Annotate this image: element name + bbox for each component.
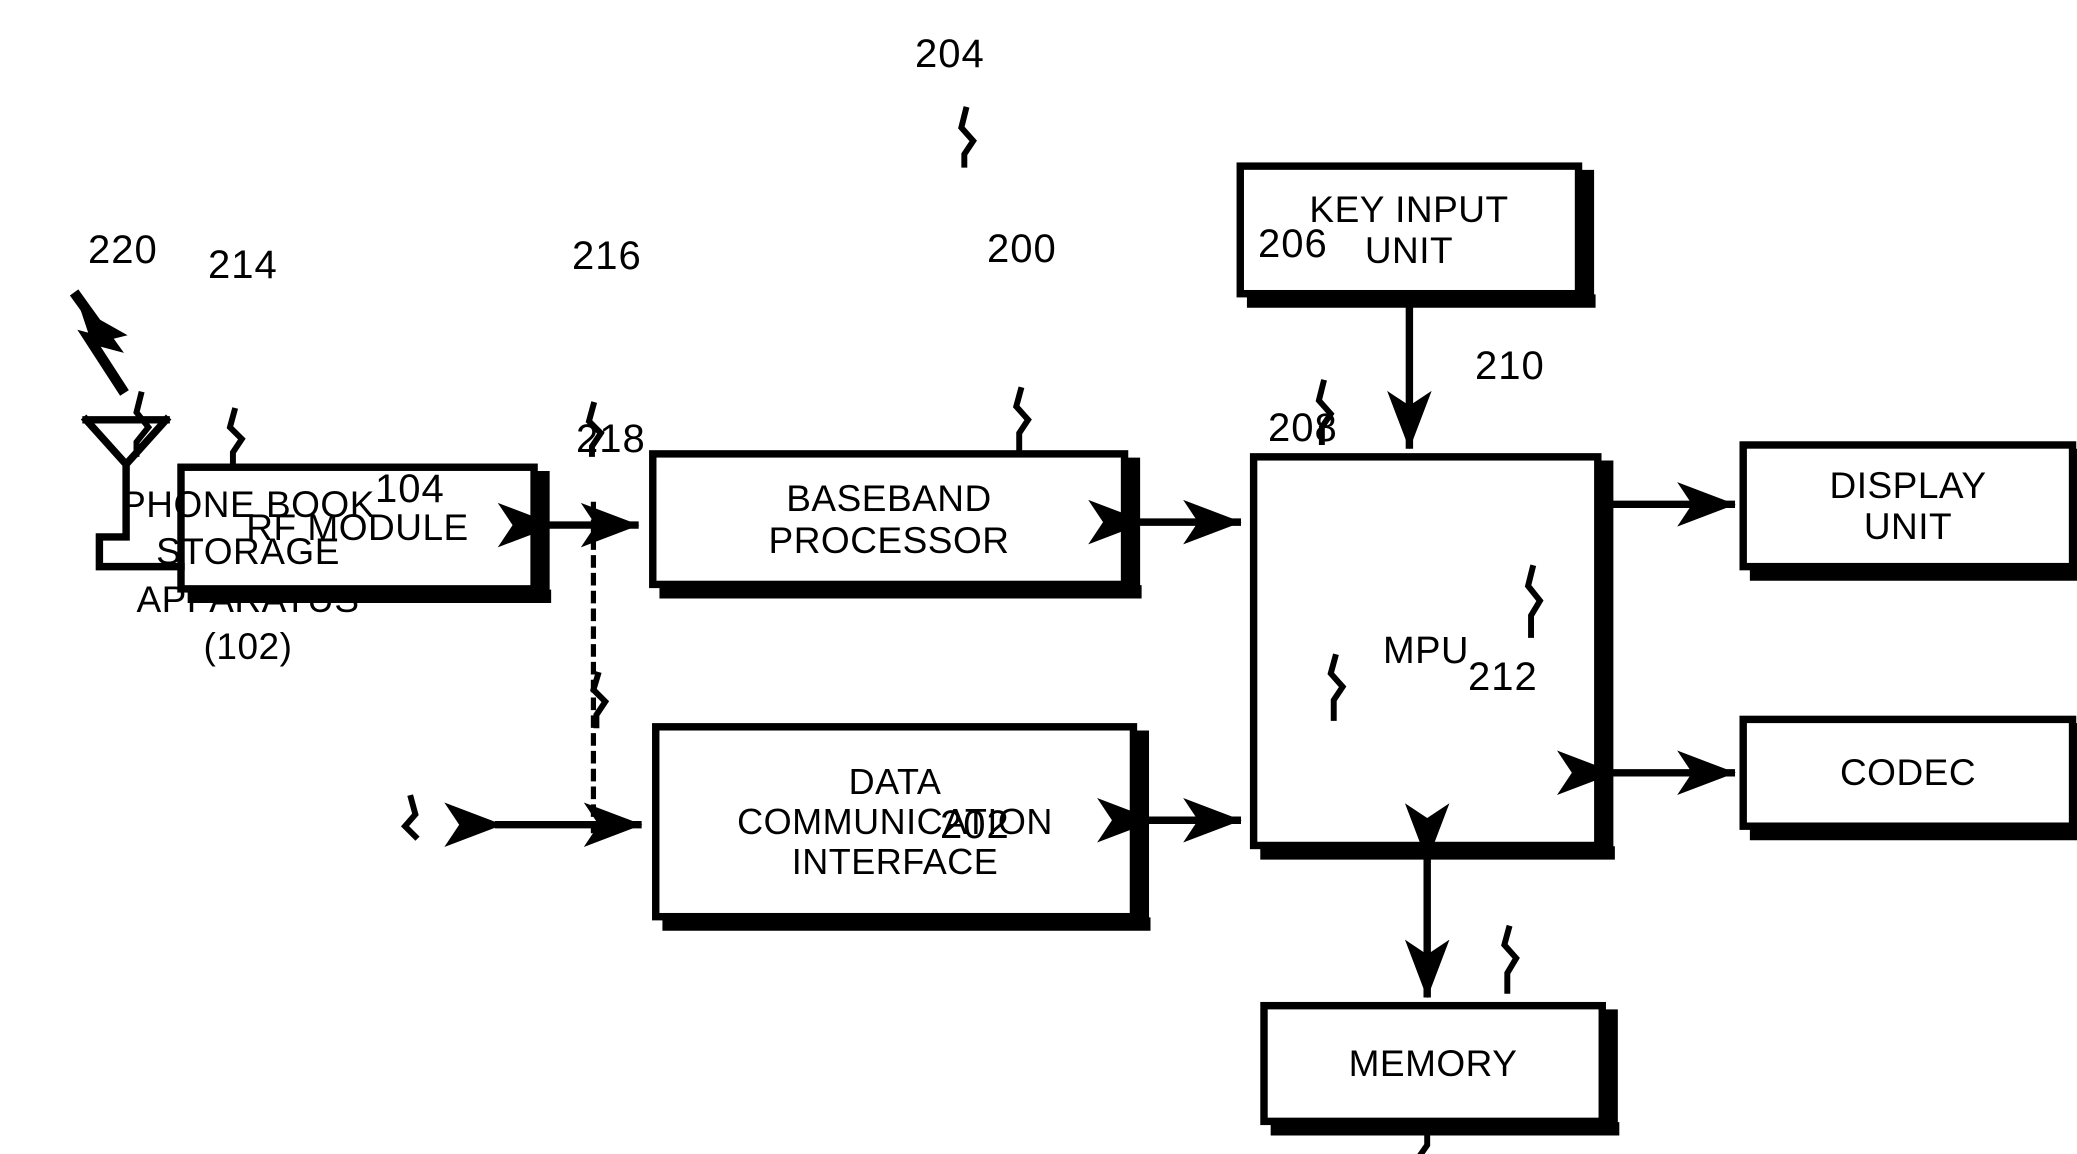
box-data-comm[interactable]: [652, 723, 1138, 921]
patent-figure-canvas: RF MODULE BASEBAND PROCESSOR DATA COMMUN…: [0, 0, 2077, 1154]
ref-numeral-202: 202: [940, 803, 1010, 847]
box-codec[interactable]: [1739, 715, 2077, 830]
ref-numeral-104: 104: [375, 467, 445, 511]
leader-200: [1012, 386, 1032, 457]
ref-numeral-212: 212: [1468, 655, 1538, 699]
box-memory[interactable]: [1260, 1001, 1606, 1126]
ref-numeral-218: 218: [576, 417, 646, 461]
ref-numeral-214: 214: [208, 243, 278, 287]
ref-numeral-216: 216: [572, 234, 642, 278]
ref-numeral-200: 200: [987, 227, 1057, 271]
ref-numeral-210: 210: [1475, 344, 1545, 388]
leader-214: [226, 407, 246, 468]
phone-book-storage-apparatus-label: PHONE BOOK STORAGE APPARATUS (102): [121, 484, 375, 668]
box-mpu[interactable]: [1249, 453, 1602, 850]
ref-numeral-208: 208: [1268, 406, 1338, 450]
ref-numeral-204: 204: [915, 32, 985, 76]
box-baseband[interactable]: [649, 450, 1129, 589]
block-outlines: [177, 162, 2077, 1126]
ref-numeral-206: 206: [1258, 222, 1328, 266]
ref-numeral-220: 220: [88, 228, 158, 272]
box-shadows: [187, 169, 2077, 1136]
leader-204: [958, 106, 977, 168]
leader-212: [1501, 924, 1520, 994]
box-display-unit[interactable]: [1739, 441, 2077, 571]
rf-wave-icon: [69, 289, 129, 396]
leader-104: [400, 794, 420, 841]
